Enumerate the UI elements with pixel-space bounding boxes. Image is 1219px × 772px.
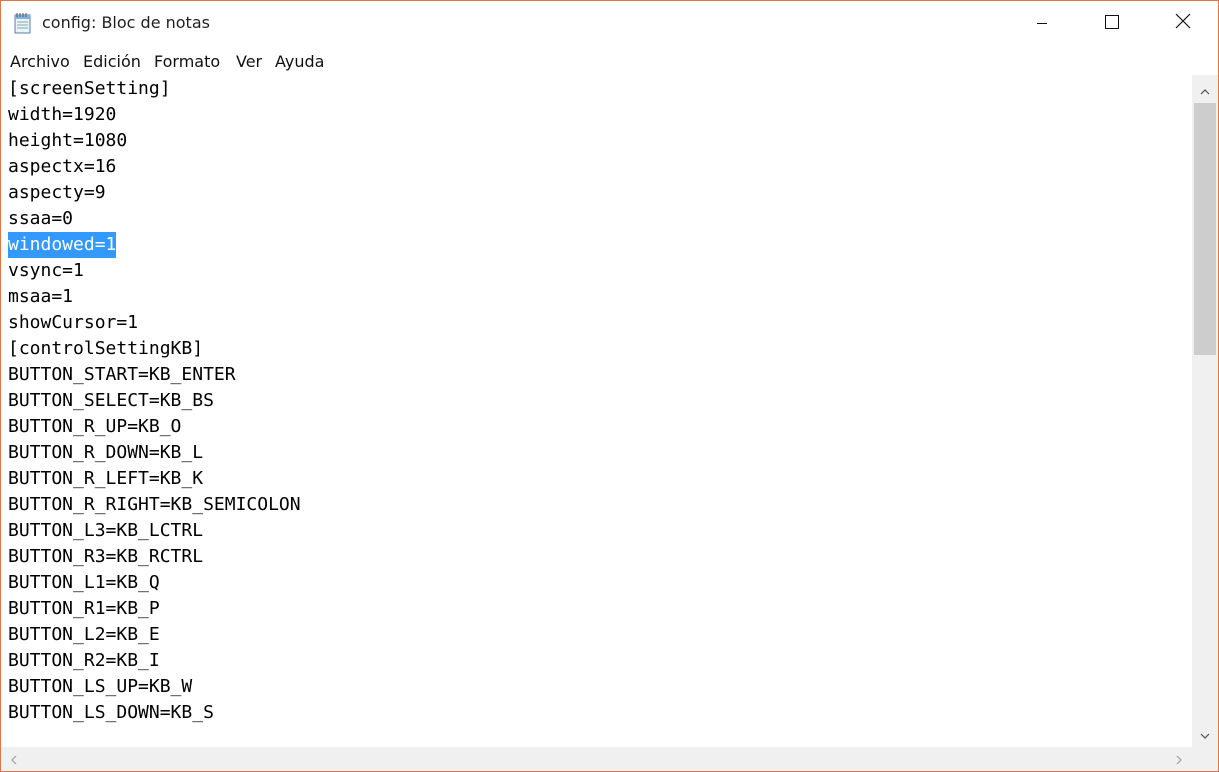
text-line: BUTTON_R_RIGHT=KB_SEMICOLON — [8, 494, 301, 515]
text-line: width=1920 — [8, 104, 117, 125]
text-line: BUTTON_L1=KB_Q — [8, 572, 160, 593]
text-line: BUTTON_L3=KB_LCTRL — [8, 520, 204, 541]
text-line: msaa=1 — [8, 286, 74, 307]
text-editor[interactable]: [screenSetting] width=1920 height=1080 a… — [1, 75, 1192, 747]
text-line: BUTTON_R1=KB_P — [8, 598, 160, 619]
menu-ver[interactable]: Ver — [236, 52, 262, 71]
text-line: [controlSettingKB] — [8, 338, 204, 359]
scroll-right-button[interactable] — [1166, 747, 1192, 771]
text-line: aspecty=9 — [8, 182, 106, 203]
vertical-scrollbar[interactable] — [1192, 75, 1218, 747]
chevron-right-icon — [1176, 750, 1182, 769]
minimize-icon — [1036, 14, 1048, 33]
scroll-up-button[interactable] — [1192, 76, 1218, 102]
text-line: BUTTON_R2=KB_I — [8, 650, 160, 671]
text-line: vsync=1 — [8, 260, 84, 281]
text-line: BUTTON_LS_DOWN=KB_S — [8, 702, 214, 723]
text-line: BUTTON_SELECT=KB_BS — [8, 390, 214, 411]
text-line: [screenSetting] — [8, 78, 171, 99]
menu-ayuda[interactable]: Ayuda — [275, 52, 324, 71]
window-title: config: Bloc de notas — [42, 13, 210, 32]
text-line: BUTTON_R3=KB_RCTRL — [8, 546, 204, 567]
close-icon — [1175, 13, 1191, 33]
text-line: BUTTON_L2=KB_E — [8, 624, 160, 645]
menu-archivo[interactable]: Archivo — [10, 52, 70, 71]
text-line: BUTTON_LS_UP=KB_W — [8, 676, 193, 697]
text-line: BUTTON_R_UP=KB_O — [8, 416, 182, 437]
chevron-down-icon — [1200, 724, 1210, 743]
maximize-button[interactable] — [1077, 1, 1147, 45]
close-button[interactable] — [1148, 1, 1218, 45]
notepad-icon — [13, 12, 33, 34]
menu-formato[interactable]: Formato — [154, 52, 220, 71]
vertical-scroll-thumb[interactable] — [1194, 103, 1216, 355]
text-line: aspectx=16 — [8, 156, 117, 177]
menu-edicion[interactable]: Edición — [83, 52, 141, 71]
chevron-left-icon — [11, 750, 17, 769]
notepad-window: config: Bloc de notas Archivo Edición Fo… — [0, 0, 1219, 772]
text-line: height=1080 — [8, 130, 128, 151]
maximize-icon — [1105, 14, 1119, 33]
selected-text-line: windowed=1 — [8, 232, 117, 258]
text-line: BUTTON_R_DOWN=KB_L — [8, 442, 204, 463]
text-line: showCursor=1 — [8, 312, 139, 333]
minimize-button[interactable] — [1007, 1, 1077, 45]
scroll-down-button[interactable] — [1192, 720, 1218, 746]
scrollbar-corner — [1192, 747, 1218, 771]
menu-bar: Archivo Edición Formato Ver Ayuda — [1, 47, 1218, 75]
text-line: BUTTON_START=KB_ENTER — [8, 364, 236, 385]
chevron-up-icon — [1200, 80, 1210, 99]
text-line: ssaa=0 — [8, 208, 74, 229]
horizontal-scrollbar[interactable] — [1, 747, 1192, 771]
text-line: BUTTON_R_LEFT=KB_K — [8, 468, 204, 489]
scroll-left-button[interactable] — [1, 747, 27, 771]
title-bar[interactable]: config: Bloc de notas — [1, 1, 1218, 45]
